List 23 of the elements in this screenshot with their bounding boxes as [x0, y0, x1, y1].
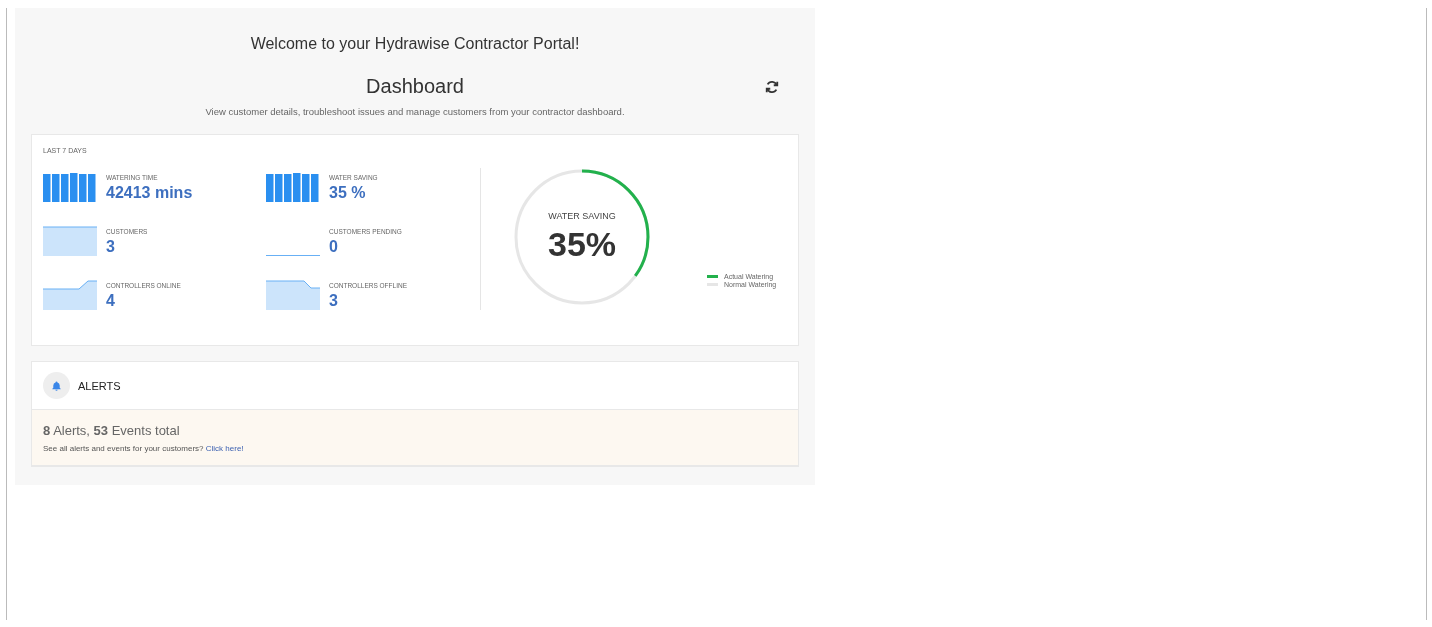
stat-value: 3 [106, 238, 116, 256]
stat-value: 4 [106, 292, 116, 310]
sparkline-chart [266, 255, 320, 256]
welcome-heading: Welcome to your Hydrawise Contractor Portal! [249, 35, 581, 53]
alerts-summary: 8 Alerts, 53 Events total [43, 423, 181, 438]
alerts-prompt: See all alerts and events for your customers? Click here! [43, 444, 245, 453]
gauge-label: WATER SAVING [548, 210, 616, 221]
refresh-icon[interactable] [765, 80, 779, 94]
click-here-link[interactable]: Click here! [205, 444, 244, 453]
sparkline-chart [43, 280, 97, 310]
page-subtitle: View customer details, troubleshoot issues and manage customers from your contractor dashboard. [204, 106, 626, 117]
bell-icon [43, 372, 70, 399]
sparkline-chart [266, 280, 320, 310]
sparkline-chart [266, 172, 320, 202]
page-title: Dashboard [366, 75, 464, 98]
gauge-value: 35% [547, 224, 617, 264]
alerts-title: ALERTS [78, 379, 121, 392]
sparkline-chart [43, 172, 97, 202]
stat-value: 42413 mins [106, 184, 193, 202]
sparkline-chart [43, 226, 97, 256]
stat-value: 35 % [329, 184, 367, 202]
stat-value: 0 [329, 238, 339, 256]
stat-value: 3 [329, 292, 339, 310]
